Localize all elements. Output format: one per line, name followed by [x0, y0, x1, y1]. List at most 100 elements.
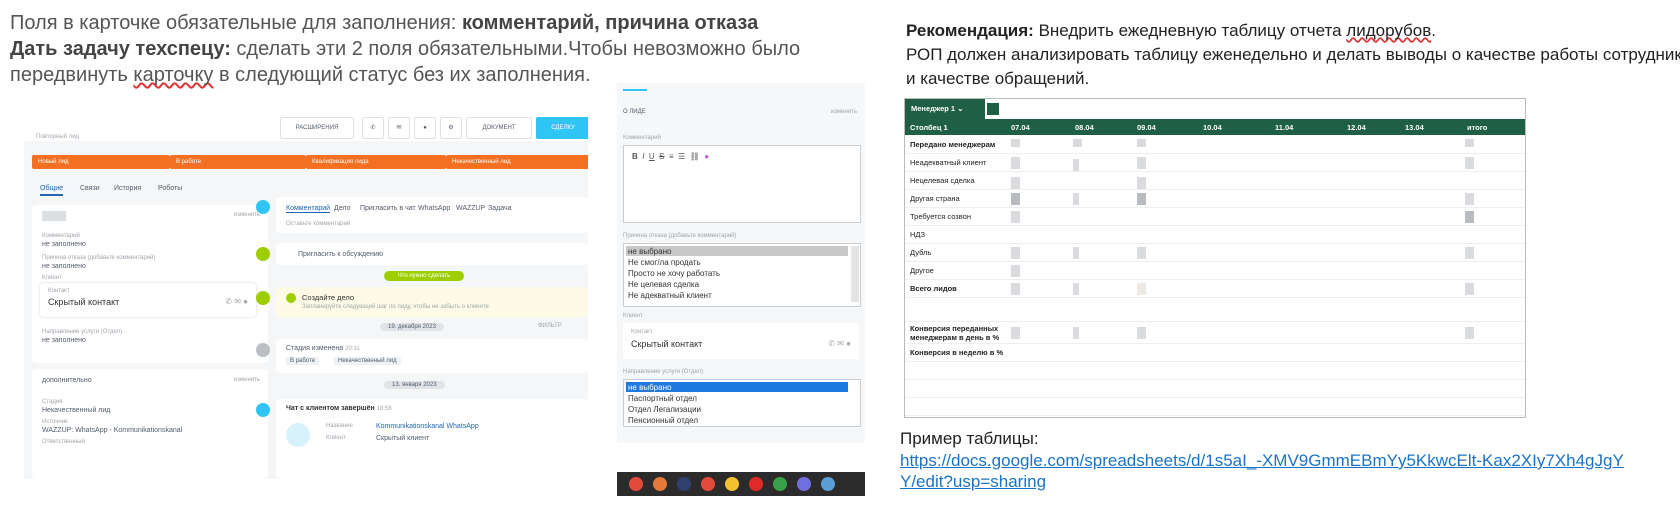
line-1: Поля в карточке обязательные для заполне… — [10, 12, 759, 34]
col-header[interactable]: 11.04 — [1275, 123, 1293, 132]
app-icon[interactable] — [797, 477, 811, 491]
chat-name-value[interactable]: Kommunikationskanal WhatsApp — [376, 423, 479, 430]
col-header[interactable]: 09.04 — [1137, 123, 1156, 132]
rec-line-2: РОП должен анализировать таблицу еженеде… — [906, 45, 1680, 64]
table-row: Конверсия в неделю в % — [905, 343, 1525, 362]
table-row — [905, 379, 1525, 398]
stage-unqualified[interactable]: Некачественный лид — [446, 155, 588, 169]
form-change-link[interactable]: изменить — [831, 109, 857, 115]
blurred-cell — [1073, 327, 1079, 339]
blurred-cell — [1073, 139, 1082, 147]
filter-button[interactable]: ФИЛЬТР — [538, 323, 562, 329]
tab-indicator — [623, 89, 647, 91]
editor-toolbar[interactable]: B I U S ≡ ☰ ⛓ ● — [632, 152, 709, 161]
blurred-cell — [1465, 193, 1474, 205]
col-header[interactable]: 10.04 — [1203, 123, 1222, 132]
app-icon[interactable] — [629, 477, 643, 491]
blurred-cell — [1011, 177, 1020, 189]
taskbar — [617, 472, 865, 496]
gear-icon[interactable]: ⚙ — [440, 117, 462, 139]
stage-from: В работе — [286, 357, 320, 365]
mail-icon[interactable]: ✉ — [388, 117, 410, 139]
chat-done-title: Чат с клиентом завершён 18:58 — [286, 405, 392, 412]
app-icon[interactable] — [821, 477, 835, 491]
extra-change-link[interactable]: изменить — [234, 377, 260, 383]
blurred-cell — [1137, 193, 1146, 205]
tab-history[interactable]: История — [114, 185, 141, 192]
stage-new[interactable]: Новый лид — [32, 155, 170, 169]
reason-option[interactable]: Не целевая сделка — [628, 280, 699, 289]
contact-label: Контакт — [631, 329, 653, 335]
contact-action-icons[interactable]: ✆ ✉ ● — [828, 339, 851, 348]
reason-select[interactable]: не выбрано Не смог/ла продать Просто не … — [623, 243, 861, 307]
comment-label: Комментарий — [623, 135, 661, 141]
scrollbar[interactable] — [851, 246, 859, 302]
skype-icon[interactable]: ● — [414, 117, 436, 139]
sheet-add-icon[interactable] — [987, 103, 999, 115]
tab-robots[interactable]: Роботы — [158, 185, 182, 192]
col-header[interactable]: 12.04 — [1347, 123, 1366, 132]
reason-option[interactable]: не выбрано — [628, 247, 671, 256]
example-label: Пример таблицы: — [900, 429, 1039, 448]
app-icon[interactable] — [653, 477, 667, 491]
yandex-icon[interactable] — [701, 477, 715, 491]
create-task-card[interactable]: Создайте дело Запланируйте следующий шаг… — [276, 287, 588, 317]
extra-title: дополнительно — [42, 377, 92, 384]
table-row: Конверсия переданных менеджерам в день в… — [905, 321, 1525, 344]
direction-option[interactable]: не выбрано — [628, 383, 671, 392]
phone-icon[interactable]: ✆ — [362, 117, 384, 139]
sheet-header-row: Столбец 1 07.04 08.04 09.04 10.04 11.04 … — [905, 119, 1525, 135]
tl-tab-todo[interactable]: Задача — [488, 205, 512, 212]
blurred-cell — [1465, 139, 1474, 147]
sheet-tab[interactable]: Менеджер 1 ⌄ — [905, 99, 985, 119]
reason-option[interactable]: Не адекватный клиент — [628, 291, 712, 300]
reason-label: Причина отказа (добавьте комментарий) — [623, 233, 737, 239]
app-icon[interactable] — [677, 477, 691, 491]
plus-icon[interactable] — [286, 293, 296, 303]
stage-in-work[interactable]: В работе — [170, 155, 306, 169]
reason-option[interactable]: Просто не хочу работать — [628, 269, 720, 278]
direction-option[interactable]: Пенсионный отдел — [628, 416, 698, 425]
contact-value[interactable]: Скрытый контакт — [631, 339, 702, 349]
document-button[interactable]: ДОКУМЕНТ — [466, 117, 532, 139]
comment-input[interactable]: Оставьте комментарий — [286, 221, 350, 227]
reason-option[interactable]: Не смог/ла продать — [628, 258, 701, 267]
tab-links[interactable]: Связи — [80, 185, 100, 192]
app-icon[interactable] — [725, 477, 739, 491]
info-icon — [256, 291, 270, 305]
direction-select[interactable]: не выбрано Паспортный отдел Отдел Легали… — [623, 379, 861, 427]
direction-option[interactable]: Отдел Легализации — [628, 405, 701, 414]
opera-icon[interactable] — [749, 477, 763, 491]
blurred-name — [42, 211, 66, 221]
stage-change-card: Стадия изменена 20:11 В работе Некачеств… — [276, 339, 588, 373]
create-task-title[interactable]: Создайте дело — [302, 293, 354, 302]
invite-link[interactable]: Пригласить к обсуждению — [298, 251, 383, 258]
reason-label: Причина отказа (добавьте комментарий) — [42, 255, 156, 261]
tab-general[interactable]: Общие — [40, 185, 64, 196]
tl-tab-wazzup[interactable]: WAZZUP — [456, 205, 485, 212]
deal-button[interactable]: СДЕЛКУ — [536, 117, 588, 139]
col-header[interactable]: Столбец 1 — [910, 123, 948, 132]
change-link[interactable]: изменить — [234, 212, 260, 218]
comment-editor[interactable]: B I U S ≡ ☰ ⛓ ● — [623, 145, 861, 223]
col-header[interactable]: итого — [1467, 123, 1487, 132]
blurred-cell — [1011, 193, 1020, 205]
table-row: Всего лидов — [905, 279, 1525, 298]
chrome-icon[interactable] — [773, 477, 787, 491]
direction-option[interactable]: Паспортный отдел — [628, 394, 697, 403]
tl-tab-task[interactable]: Дело — [334, 205, 350, 212]
tl-tab-invite[interactable]: Пригласить в чат — [360, 205, 416, 212]
example-link-line-2[interactable]: Y/edit?usp=sharing — [900, 471, 1046, 493]
table-row — [905, 397, 1525, 416]
col-header[interactable]: 07.04 — [1011, 123, 1030, 132]
contact-value[interactable]: Скрытый контакт — [48, 297, 119, 307]
contact-action-icons[interactable]: ✆ ✉ ● — [225, 297, 248, 306]
blurred-cell — [1137, 139, 1146, 147]
col-header[interactable]: 13.04 — [1405, 123, 1424, 132]
tl-tab-whatsapp[interactable]: WhatsApp — [418, 205, 450, 212]
stage-qualification[interactable]: Квалификация лида — [306, 155, 446, 169]
tl-tab-comment[interactable]: Комментарий — [286, 205, 331, 213]
col-header[interactable]: 08.04 — [1075, 123, 1094, 132]
extensions-button[interactable]: РАСШИРЕНИЯ — [280, 117, 354, 139]
example-link-line-1[interactable]: https://docs.google.com/spreadsheets/d/1… — [900, 450, 1624, 472]
